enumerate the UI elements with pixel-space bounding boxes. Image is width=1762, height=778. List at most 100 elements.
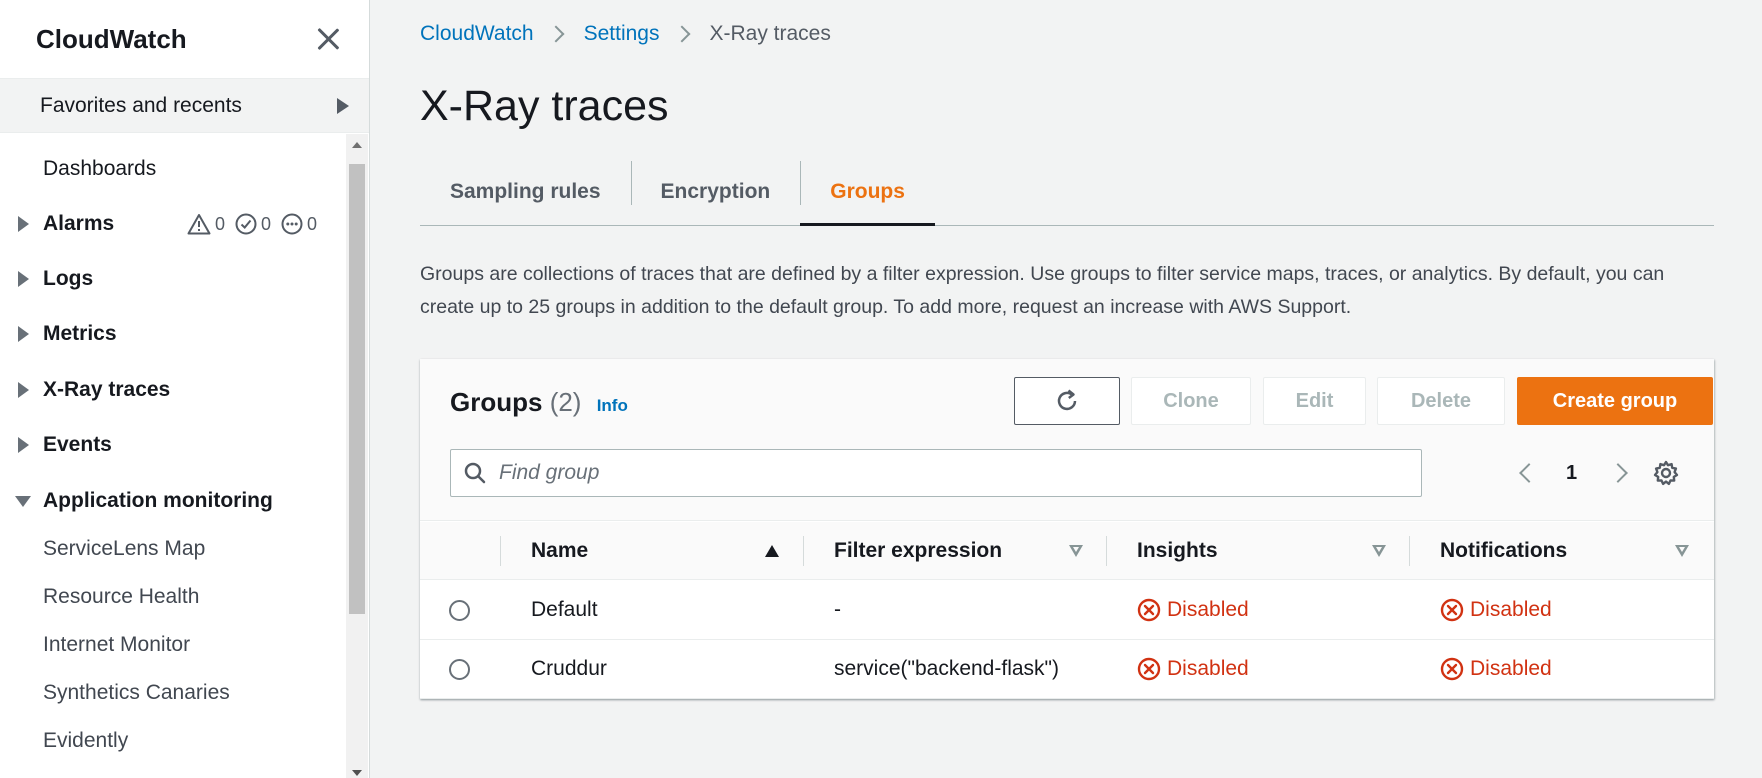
info-link[interactable]: Info xyxy=(597,396,628,415)
breadcrumb-cloudwatch[interactable]: CloudWatch xyxy=(420,22,534,46)
check-circle-icon xyxy=(235,213,257,235)
sidebar-scrollbar[interactable] xyxy=(346,134,368,778)
groups-description: Groups are collections of traces that ar… xyxy=(420,263,1665,318)
sidebar-item-label: Metrics xyxy=(43,322,117,345)
sort-ascending-icon[interactable] xyxy=(765,545,779,557)
table-row[interactable]: Cruddur service("backend-flask") Disable… xyxy=(420,640,1714,699)
table-row[interactable]: Default - Disabled Disabled xyxy=(420,581,1714,640)
ok-state-badge[interactable]: 0 xyxy=(235,213,271,235)
sidebar-item-label: Internet Monitor xyxy=(43,633,191,656)
insufficient-state-badge[interactable]: 0 xyxy=(281,213,317,235)
tab-groups[interactable]: Groups xyxy=(800,158,935,226)
row-select-radio[interactable] xyxy=(449,659,470,680)
caret-right-icon xyxy=(18,326,29,342)
alarm-badges: 0 0 0 xyxy=(187,213,317,235)
alarm-state-badge[interactable]: 0 xyxy=(187,213,225,235)
sidebar-item-logs[interactable]: Logs xyxy=(0,259,345,299)
scroll-up-arrow-icon[interactable] xyxy=(352,142,362,148)
sidebar-nav: Dashboards Alarms 0 0 0 Logs Metrics X-R… xyxy=(0,134,345,778)
scrollbar-thumb[interactable] xyxy=(349,164,365,614)
edit-button[interactable]: Edit xyxy=(1263,377,1366,425)
pagination: 1 xyxy=(1512,455,1635,491)
cell-name: Default xyxy=(531,598,598,621)
chevron-right-icon[interactable] xyxy=(1608,463,1629,483)
close-icon[interactable] xyxy=(315,26,341,52)
column-divider xyxy=(803,536,804,566)
sidebar-item-label: X-Ray traces xyxy=(43,378,171,401)
sidebar: CloudWatch Favorites and recents Dashboa… xyxy=(0,0,370,778)
sidebar-item-synthetics-canaries[interactable]: Synthetics Canaries xyxy=(0,673,345,713)
caret-right-icon xyxy=(18,216,29,232)
caret-right-icon xyxy=(18,437,29,453)
sidebar-item-label: Dashboards xyxy=(43,157,157,180)
sidebar-item-application-monitoring[interactable]: Application monitoring xyxy=(0,481,345,521)
sidebar-item-label: Evidently xyxy=(43,729,129,752)
breadcrumb-settings[interactable]: Settings xyxy=(584,22,660,46)
sidebar-item-label: Synthetics Canaries xyxy=(43,681,230,704)
sidebar-item-events[interactable]: Events xyxy=(0,425,345,465)
row-select-radio[interactable] xyxy=(449,600,470,621)
cell-name: Cruddur xyxy=(531,657,607,680)
error-icon xyxy=(1137,598,1161,622)
sidebar-item-internet-monitor[interactable]: Internet Monitor xyxy=(0,625,345,665)
ellipsis-circle-icon xyxy=(281,213,303,235)
cell-filter-expression: - xyxy=(834,598,841,621)
sidebar-item-label: Logs xyxy=(43,267,94,290)
cell-filter-expression: service("backend-flask") xyxy=(834,657,1059,680)
clone-button[interactable]: Clone xyxy=(1131,377,1251,425)
refresh-button[interactable] xyxy=(1014,377,1120,425)
page-number[interactable]: 1 xyxy=(1566,462,1577,485)
groups-table-panel: Groups (2) Info Clone Edit Delete Create… xyxy=(420,359,1714,699)
search-input[interactable] xyxy=(499,461,1399,485)
column-header-notifications[interactable]: Notifications xyxy=(1440,522,1567,580)
panel-title-text: Groups xyxy=(450,387,543,417)
alarm-count: 0 xyxy=(215,213,226,234)
chevron-right-icon xyxy=(547,25,565,43)
create-group-button[interactable]: Create group xyxy=(1517,377,1713,425)
warning-icon xyxy=(187,214,211,235)
caret-right-icon xyxy=(18,271,29,287)
caret-right-icon xyxy=(18,382,29,398)
tab-list: Sampling rules Encryption Groups xyxy=(420,158,1714,226)
scroll-down-arrow-icon[interactable] xyxy=(352,770,362,776)
caret-down-icon xyxy=(15,495,31,507)
sort-icon[interactable] xyxy=(1372,545,1386,557)
column-label: Name xyxy=(531,539,589,562)
chevron-right-icon xyxy=(673,25,690,43)
sidebar-item-servicelens-map[interactable]: ServiceLens Map xyxy=(0,529,345,569)
status-text: Disabled xyxy=(1470,657,1552,680)
sidebar-header: CloudWatch xyxy=(0,0,369,79)
favorites-and-recents[interactable]: Favorites and recents xyxy=(0,79,369,133)
sidebar-item-evidently[interactable]: Evidently xyxy=(0,721,345,761)
panel-header: Groups (2) Info Clone Edit Delete Create… xyxy=(420,359,1714,521)
delete-button[interactable]: Delete xyxy=(1377,377,1505,425)
column-label: Notifications xyxy=(1440,539,1568,562)
sidebar-item-alarms[interactable]: Alarms 0 0 0 xyxy=(0,204,345,244)
page-title: X-Ray traces xyxy=(420,82,669,130)
column-header-insights[interactable]: Insights xyxy=(1137,522,1218,580)
tab-sampling-rules[interactable]: Sampling rules xyxy=(420,158,631,225)
sidebar-item-xray-traces[interactable]: X-Ray traces xyxy=(0,370,345,410)
column-divider xyxy=(1106,536,1107,566)
cell-insights: Disabled xyxy=(1137,581,1249,639)
sidebar-item-metrics[interactable]: Metrics xyxy=(0,314,345,354)
sidebar-title: CloudWatch xyxy=(36,23,187,54)
sidebar-item-resource-health[interactable]: Resource Health xyxy=(0,577,345,617)
sidebar-item-label: ServiceLens Map xyxy=(43,537,206,560)
gear-icon[interactable] xyxy=(1652,459,1680,487)
tab-encryption[interactable]: Encryption xyxy=(630,158,801,225)
status-text: Disabled xyxy=(1167,598,1249,621)
sidebar-item-dashboards[interactable]: Dashboards xyxy=(0,149,345,189)
sort-icon[interactable] xyxy=(1069,545,1083,557)
error-icon xyxy=(1440,598,1464,622)
sort-icon[interactable] xyxy=(1675,545,1689,557)
status-text: Disabled xyxy=(1470,598,1552,621)
chevron-left-icon[interactable] xyxy=(1519,463,1539,483)
caret-right-icon xyxy=(337,97,349,114)
ok-count: 0 xyxy=(261,213,272,234)
cell-notifications: Disabled xyxy=(1440,581,1552,639)
breadcrumb: CloudWatch Settings X-Ray traces xyxy=(420,22,831,46)
column-header-filter-expression[interactable]: Filter expression xyxy=(834,522,1002,580)
insufficient-count: 0 xyxy=(307,213,318,234)
column-header-name[interactable]: Name xyxy=(531,522,588,580)
